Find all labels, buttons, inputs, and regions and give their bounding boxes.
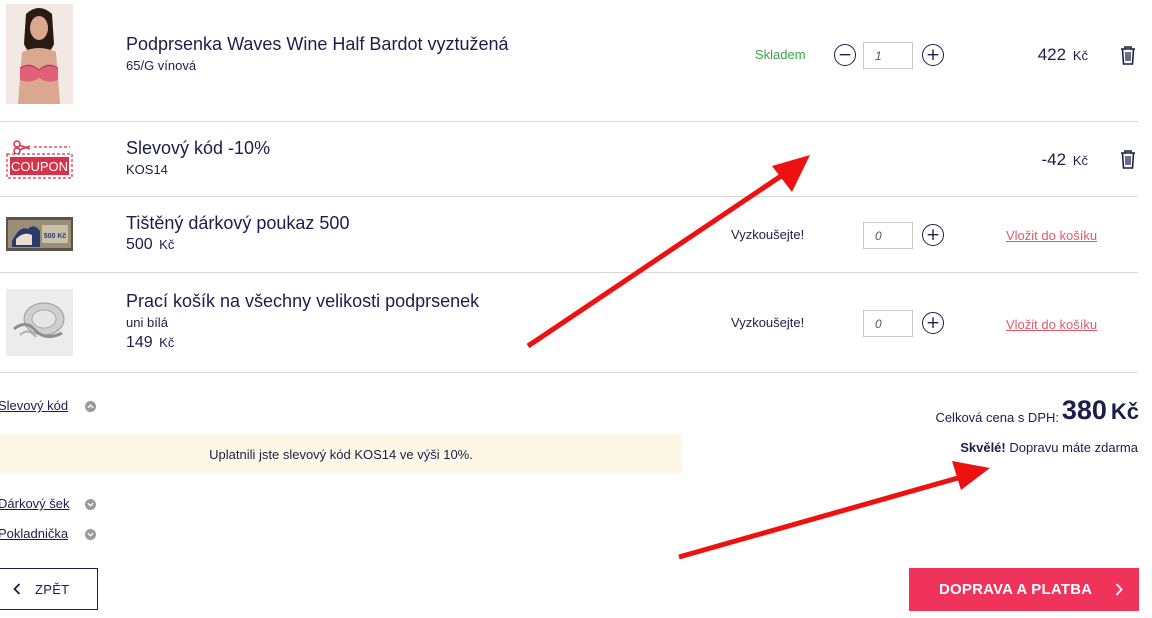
currency: Kč xyxy=(159,335,175,350)
decrease-quantity-button[interactable]: − xyxy=(834,44,856,66)
recommendation-price: 500 Kč xyxy=(126,236,174,254)
free-shipping-text: Dopravu máte zdarma xyxy=(1009,440,1138,455)
cart-item-row: Podprsenka Waves Wine Half Bardot vyztuž… xyxy=(0,0,1138,122)
trash-icon[interactable] xyxy=(1119,149,1137,169)
coupon-label: COUPON xyxy=(11,159,68,174)
total-price: 380 Kč xyxy=(1062,395,1139,426)
total-label: Celková cena s DPH: xyxy=(935,410,1059,425)
recommendation-price: 149 Kč xyxy=(126,334,174,352)
chevron-left-icon xyxy=(13,583,21,595)
chevron-down-icon[interactable] xyxy=(85,529,96,540)
try-badge: Vyzkoušejte! xyxy=(731,315,805,330)
product-thumbnail xyxy=(6,4,73,104)
voucher-thumbnail: 500 Kč xyxy=(6,217,73,251)
gift-check-toggle[interactable]: Dárkový šek xyxy=(0,496,70,511)
coupon-icon: COUPON xyxy=(6,140,73,179)
coupon-name: Slevový kód -10% xyxy=(126,138,271,158)
free-shipping-highlight: Skvělé! xyxy=(960,440,1006,455)
recommendation-row: 500 Kč Tištěný dárkový poukaz 500 500 Kč… xyxy=(0,197,1138,273)
item-price: 422 Kč xyxy=(1038,45,1088,65)
shipping-and-payment-button[interactable]: DOPRAVA A PLATBA xyxy=(909,568,1139,611)
coupon-row: COUPON Slevový kód -10% KOS14 -42 Kč xyxy=(0,122,1138,197)
try-badge: Vyzkoušejte! xyxy=(731,227,805,242)
product-variant: 65/G vínová xyxy=(126,58,197,73)
discount-code-toggle[interactable]: Slevový kód xyxy=(0,398,68,413)
discount-notice: Uplatnili jste slevový kód KOS14 ve výši… xyxy=(0,434,682,474)
total-price-value: 380 xyxy=(1061,395,1107,425)
add-to-cart-link[interactable]: Vložit do košíku xyxy=(1006,317,1097,332)
recommendation-variant: uni bílá xyxy=(126,315,168,330)
free-shipping-message: Skvělé! Dopravu máte zdarma xyxy=(960,440,1138,455)
washing-bag-thumbnail xyxy=(6,289,73,356)
quantity-input[interactable]: 0 xyxy=(863,222,913,249)
item-price-value: 422 xyxy=(1037,45,1067,64)
recommendation-price-value: 149 xyxy=(126,334,153,351)
back-button[interactable]: ZPĚT xyxy=(0,568,98,610)
currency: Kč xyxy=(1110,399,1139,424)
discount-amount-value: -42 xyxy=(1041,150,1067,169)
chevron-up-icon[interactable] xyxy=(85,401,96,412)
quantity-input[interactable]: 1 xyxy=(863,42,913,69)
add-to-cart-link[interactable]: Vložit do košíku xyxy=(1006,228,1097,243)
recommendation-name[interactable]: Tištěný dárkový poukaz 500 xyxy=(126,213,349,234)
stock-status: Skladem xyxy=(755,47,806,62)
coupon-code: KOS14 xyxy=(126,162,168,177)
currency: Kč xyxy=(1072,48,1088,63)
checkout-button-label: DOPRAVA A PLATBA xyxy=(939,581,1093,598)
piggy-bank-toggle[interactable]: Pokladnička xyxy=(0,526,68,541)
discount-notice-text: Uplatnili jste slevový kód KOS14 ve výši… xyxy=(209,446,473,462)
chevron-down-icon[interactable] xyxy=(85,499,96,510)
annotation-arrowhead xyxy=(952,461,990,490)
chevron-right-icon xyxy=(1115,583,1123,596)
product-name[interactable]: Podprsenka Waves Wine Half Bardot vyztuž… xyxy=(126,34,509,55)
increase-quantity-button[interactable]: + xyxy=(922,224,944,246)
currency: Kč xyxy=(159,237,175,252)
recommendation-row: Prací košík na všechny velikosti podprse… xyxy=(0,273,1138,373)
trash-icon[interactable] xyxy=(1119,45,1137,65)
voucher-thumbnail-text: 500 Kč xyxy=(44,233,67,240)
quantity-input[interactable]: 0 xyxy=(863,310,913,337)
recommendation-name[interactable]: Prací košík na všechny velikosti podprse… xyxy=(126,291,479,312)
back-button-label: ZPĚT xyxy=(35,581,70,597)
increase-quantity-button[interactable]: + xyxy=(922,312,944,334)
currency: Kč xyxy=(1072,153,1088,168)
increase-quantity-button[interactable]: + xyxy=(922,44,944,66)
discount-amount: -42 Kč xyxy=(1042,150,1088,170)
recommendation-price-value: 500 xyxy=(126,236,153,253)
annotation-arrow xyxy=(678,473,966,560)
